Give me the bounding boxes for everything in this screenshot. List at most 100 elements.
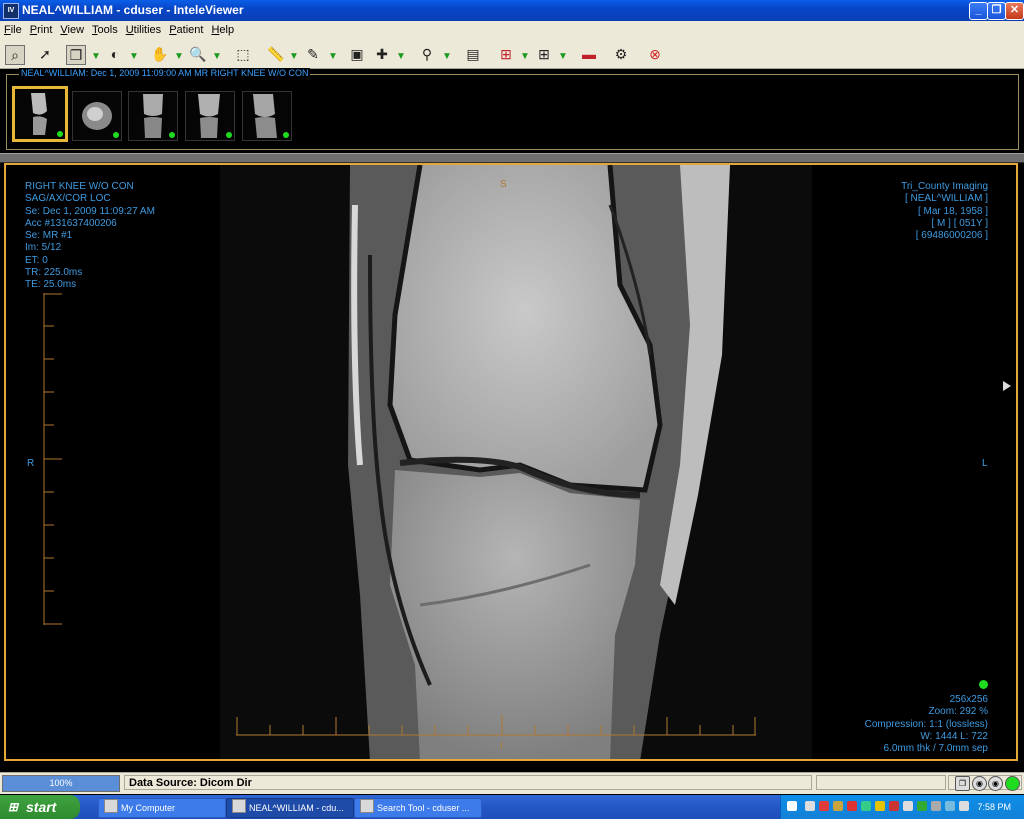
overlay-series-date: Se: Dec 1, 2009 11:09:27 AM bbox=[25, 205, 155, 217]
stop-icon[interactable]: ⊗ bbox=[646, 45, 664, 63]
menu-patient[interactable]: Patient bbox=[165, 21, 207, 36]
overlay-top-left: RIGHT KNEE W/O CON SAG/AX/COR LOC Se: De… bbox=[25, 181, 155, 292]
tray-icon-1[interactable] bbox=[805, 801, 815, 811]
overlay-image-number: Im: 5/12 bbox=[25, 242, 62, 254]
select-series-icon[interactable]: ⌕ bbox=[5, 45, 25, 65]
maximize-button[interactable]: ❐ bbox=[987, 2, 1006, 20]
sync-icon[interactable]: ⚙ bbox=[612, 45, 630, 63]
tray-icon-5[interactable] bbox=[861, 801, 871, 811]
tray-icon-9[interactable] bbox=[917, 801, 927, 811]
image-viewport[interactable]: RIGHT KNEE W/O CON SAG/AX/COR LOC Se: De… bbox=[4, 163, 1018, 761]
zoom-icon[interactable]: 🔍 bbox=[189, 45, 207, 63]
thumbnail-series-2[interactable] bbox=[72, 91, 122, 141]
orientation-right: L bbox=[982, 458, 988, 469]
start-button[interactable]: ⊞ start bbox=[0, 795, 80, 819]
tray-icon-6[interactable] bbox=[875, 801, 885, 811]
tray-icon-2[interactable] bbox=[819, 801, 829, 811]
film-icon[interactable]: ▤ bbox=[464, 45, 482, 63]
menu-help[interactable]: Help bbox=[207, 21, 238, 36]
windows-flag-icon: ⊞ bbox=[8, 800, 19, 814]
task-inteleviewer[interactable]: NEAL^WILLIAM - cdu... bbox=[226, 798, 354, 818]
connection-status-icon bbox=[1005, 776, 1020, 791]
orientation-left: R bbox=[27, 458, 35, 469]
overlay-zoom: Zoom: 292 % bbox=[928, 706, 988, 718]
system-clock: 7:58 PM bbox=[977, 802, 1011, 812]
thumbnail-series-1[interactable] bbox=[12, 86, 68, 142]
overlay-et: ET: 0 bbox=[25, 254, 48, 266]
task-my-computer[interactable]: My Computer bbox=[98, 798, 226, 818]
window-stack-icon[interactable]: ❐ bbox=[955, 776, 970, 791]
tray-icon-8[interactable] bbox=[903, 801, 913, 811]
overlay-series-desc: SAG/AX/COR LOC bbox=[25, 193, 111, 205]
magnify-icon[interactable]: ⬚ bbox=[234, 45, 252, 63]
overlay-window-level: W: 1444 L: 722 bbox=[920, 730, 988, 742]
thumbnail-series-5[interactable] bbox=[242, 91, 292, 141]
title-bar: IV NEAL^WILLIAM - cduser - InteleViewer … bbox=[0, 0, 1024, 21]
measure-icon[interactable]: 📏 bbox=[267, 45, 285, 63]
stack-icon[interactable]: ❐ bbox=[66, 45, 86, 65]
key-image-icon[interactable]: ▬ bbox=[580, 45, 598, 63]
loaded-dot bbox=[57, 131, 63, 137]
disc-icon[interactable]: ◉ bbox=[988, 776, 1003, 791]
window-level-icon[interactable]: ◐ bbox=[106, 45, 124, 63]
task-search-tool[interactable]: Search Tool - cduser ... bbox=[354, 798, 482, 818]
overlay-top-right: Tri_County Imaging [ NEAL^WILLIAM ] [ Ma… bbox=[901, 181, 988, 242]
tray-icon-3[interactable] bbox=[833, 801, 843, 811]
zoom-dropdown-icon[interactable]: ▼ bbox=[212, 52, 222, 62]
annotate-icon[interactable]: ✎ bbox=[304, 45, 322, 63]
menu-tools[interactable]: Tools bbox=[88, 21, 122, 36]
menu-view[interactable]: View bbox=[56, 21, 88, 36]
reference-icon[interactable]: ✚ bbox=[373, 45, 391, 63]
overlay-matrix: 256x256 bbox=[949, 694, 988, 705]
layout-grid-dropdown-icon[interactable]: ▼ bbox=[558, 52, 568, 62]
tray-icon-11[interactable] bbox=[945, 801, 955, 811]
reference-dropdown-icon[interactable]: ▼ bbox=[396, 52, 406, 62]
close-button[interactable]: ✕ bbox=[1005, 2, 1024, 20]
window-title: NEAL^WILLIAM - cduser - InteleViewer bbox=[22, 3, 244, 17]
thumbnail-series-3[interactable] bbox=[128, 91, 178, 141]
system-tray: 7:58 PM bbox=[780, 795, 1024, 819]
loaded-dot bbox=[169, 132, 175, 138]
menu-bar: File Print View Tools Utilities Patient Help bbox=[0, 21, 1024, 40]
horizontal-scale-ruler bbox=[236, 715, 756, 736]
help-tray-icon[interactable] bbox=[787, 801, 797, 811]
pan-dropdown-icon[interactable]: ▼ bbox=[174, 52, 184, 62]
app-icon: IV bbox=[3, 3, 19, 19]
layout-1-dropdown-icon[interactable]: ▼ bbox=[520, 52, 530, 62]
search-tool-icon bbox=[360, 799, 374, 813]
tray-icon-4[interactable] bbox=[847, 801, 857, 811]
pixel-probe-icon[interactable]: ⚲ bbox=[418, 45, 436, 63]
overlay-accession: Acc #131637400206 bbox=[25, 217, 117, 229]
mri-image bbox=[220, 165, 812, 759]
tray-icon-12[interactable] bbox=[959, 801, 969, 811]
pointer-icon[interactable]: ➚ bbox=[36, 45, 54, 63]
loaded-dot bbox=[283, 132, 289, 138]
cd-icon[interactable]: ◉ bbox=[972, 776, 987, 791]
pan-icon[interactable]: ✋ bbox=[151, 45, 169, 63]
overlay-sex-age: [ M ] [ 051Y ] bbox=[931, 217, 988, 229]
orientation-top: S bbox=[500, 179, 507, 190]
stack-dropdown-icon[interactable]: ▼ bbox=[91, 52, 101, 62]
tray-icon-10[interactable] bbox=[931, 801, 941, 811]
menu-file[interactable]: File bbox=[0, 21, 26, 36]
cine-icon[interactable]: ▣ bbox=[348, 45, 366, 63]
window-level-dropdown-icon[interactable]: ▼ bbox=[129, 52, 139, 62]
pixel-probe-dropdown-icon[interactable]: ▼ bbox=[442, 52, 452, 62]
thumbnail-series-4[interactable] bbox=[185, 91, 235, 141]
layout-1-icon[interactable]: ⊞ bbox=[497, 45, 515, 63]
overlay-te: TE: 25.0ms bbox=[25, 279, 77, 291]
computer-icon bbox=[104, 799, 118, 813]
toolbar: ⌕ ➚ ❐ ▼ ◐ ▼ ✋ ▼ 🔍 ▼ ⬚ 📏 ▼ ✎ ▼ ▣ ✚ ▼ ⚲ ▼ … bbox=[0, 40, 1024, 69]
series-scroll-handle-icon[interactable] bbox=[1003, 381, 1011, 391]
layout-grid-icon[interactable]: ⊞ bbox=[535, 45, 553, 63]
annotate-dropdown-icon[interactable]: ▼ bbox=[328, 52, 338, 62]
load-progress-bar: 100% bbox=[2, 775, 120, 792]
panel-splitter[interactable] bbox=[0, 153, 1024, 163]
menu-utilities[interactable]: Utilities bbox=[122, 21, 165, 36]
orientation-bottom: I bbox=[500, 741, 503, 752]
menu-print[interactable]: Print bbox=[26, 21, 57, 36]
measure-dropdown-icon[interactable]: ▼ bbox=[289, 52, 299, 62]
image-loaded-dot bbox=[979, 680, 988, 689]
tray-icon-7[interactable] bbox=[889, 801, 899, 811]
minimize-button[interactable]: _ bbox=[969, 2, 988, 20]
